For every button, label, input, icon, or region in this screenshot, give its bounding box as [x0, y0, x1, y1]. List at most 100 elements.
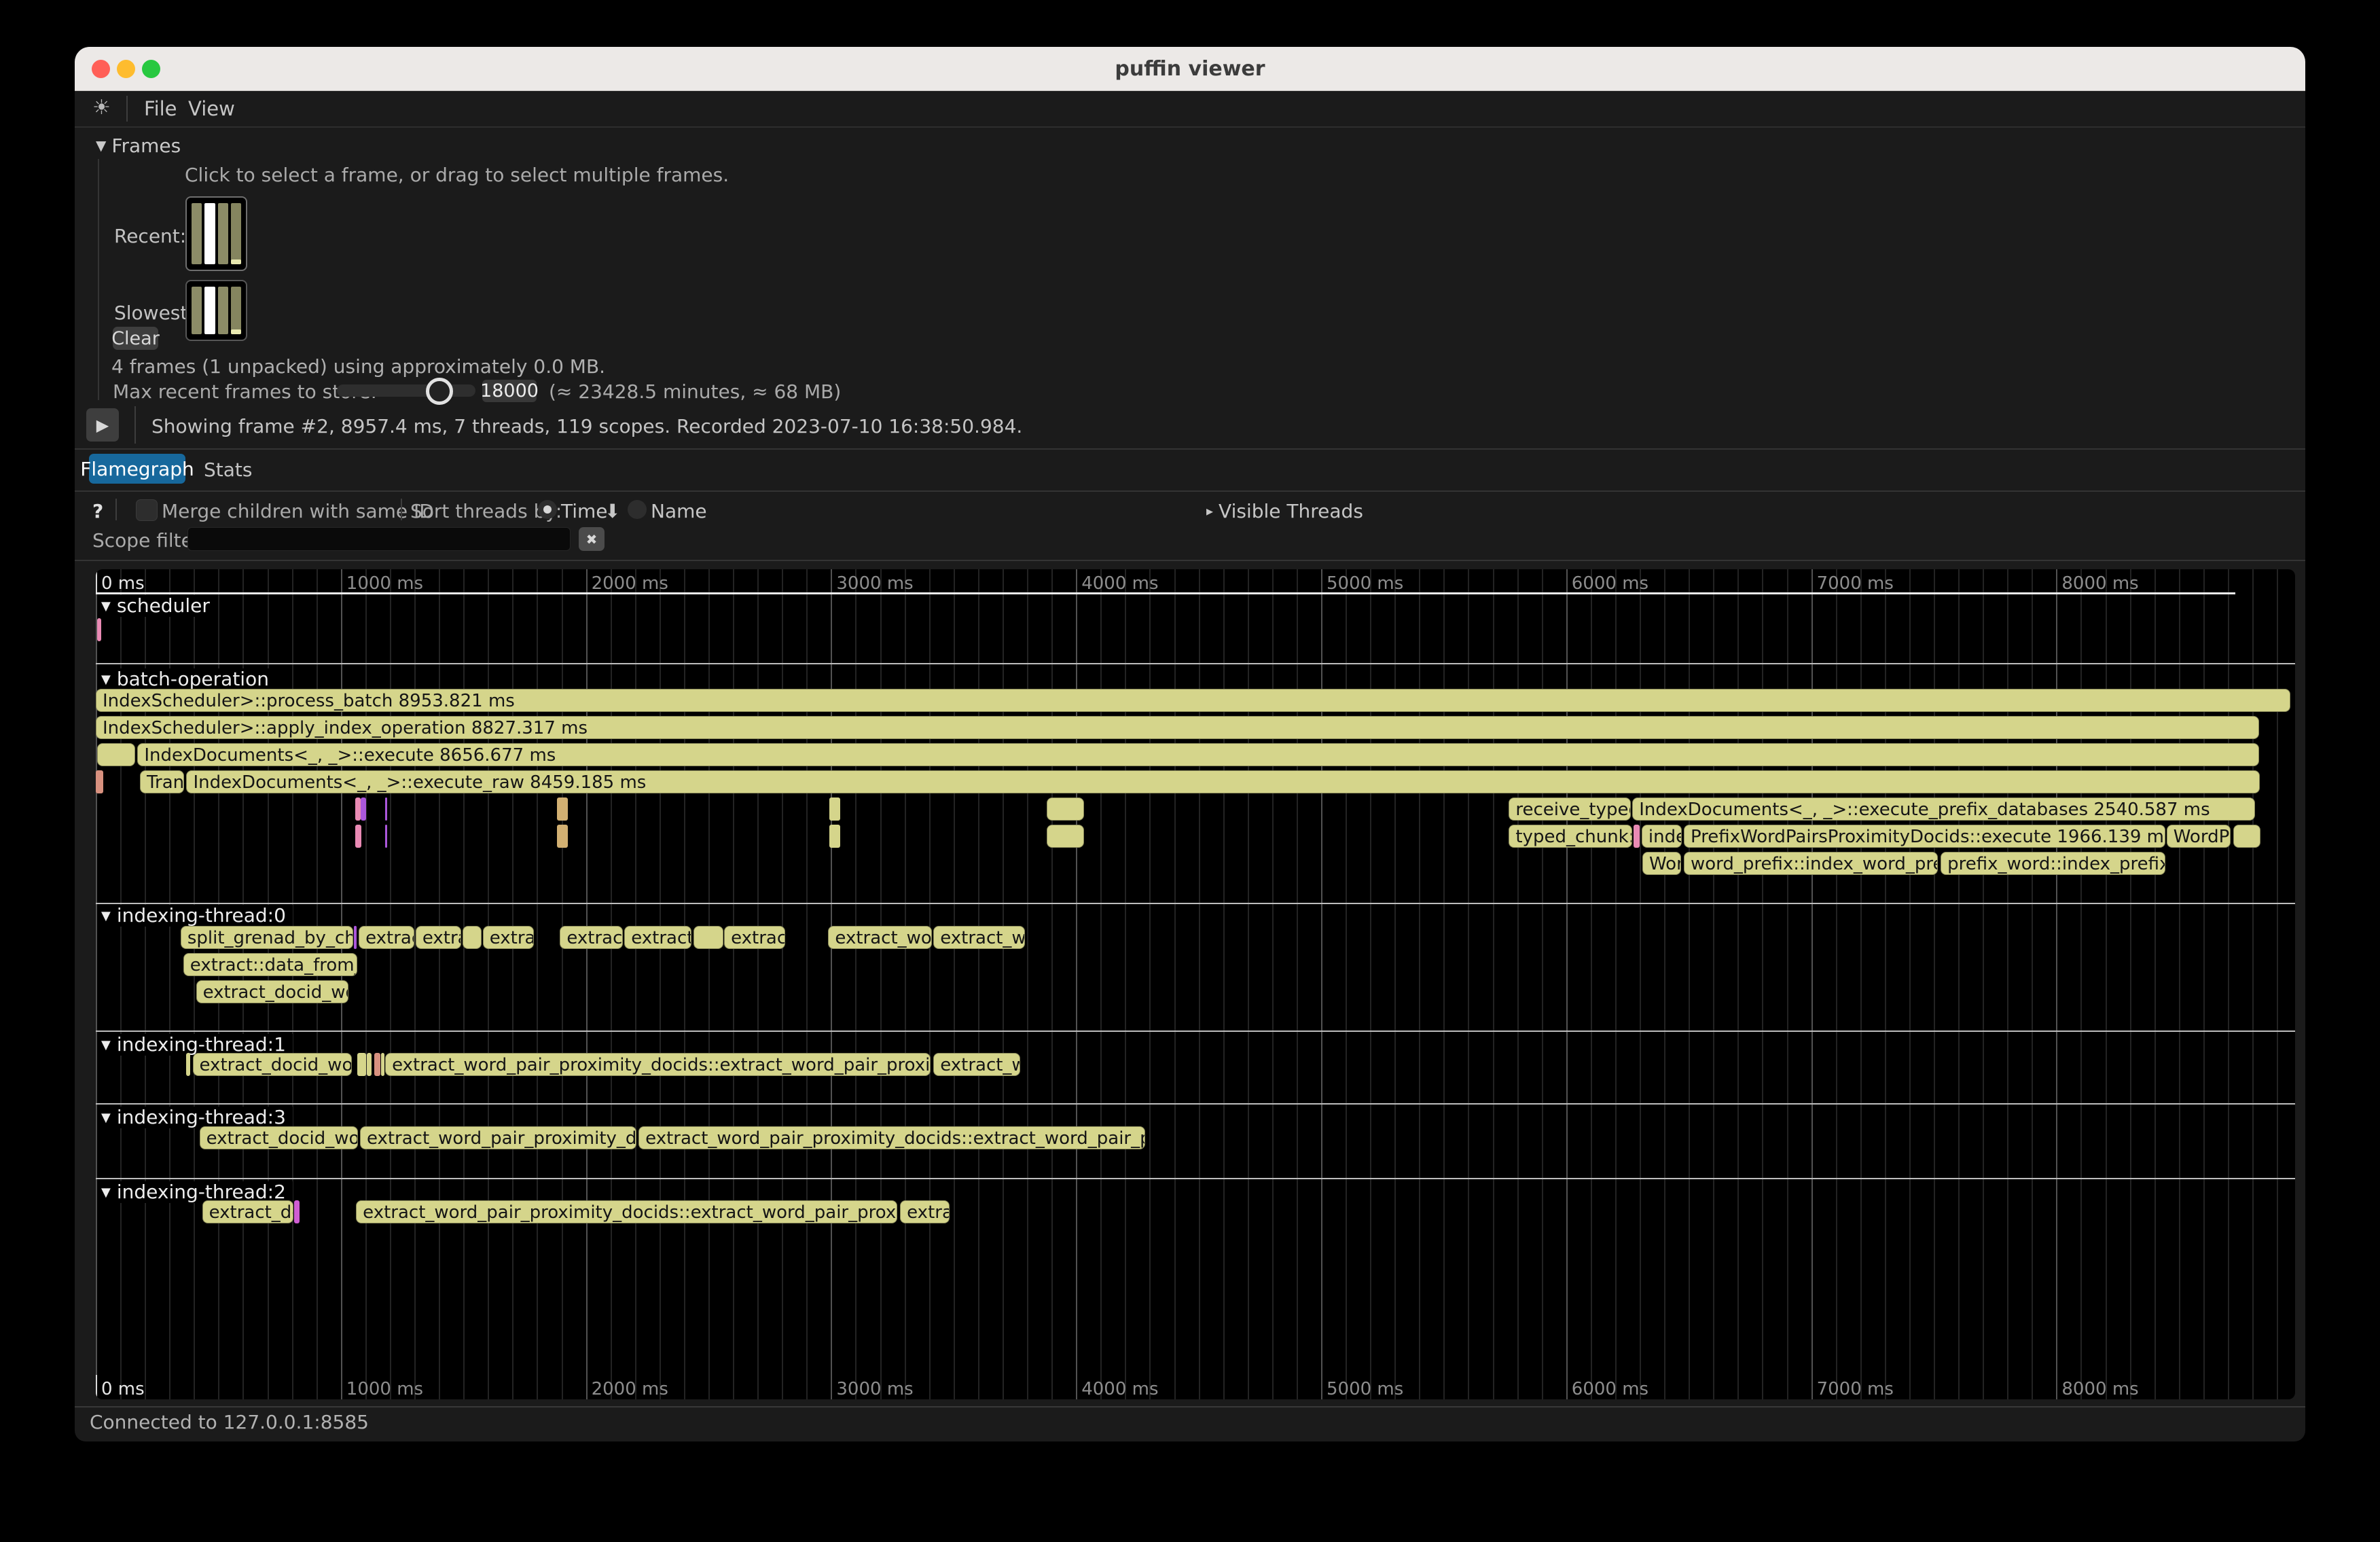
menu-view[interactable]: View: [188, 97, 235, 120]
scope-bar[interactable]: extract: [724, 926, 785, 949]
scope-bar[interactable]: [355, 797, 361, 821]
frame-thumbnail-bar[interactable]: [192, 287, 202, 334]
scope-bar[interactable]: [557, 797, 567, 821]
thread-header-batch-operation[interactable]: ▼batch-operation: [97, 668, 276, 690]
theme-sun-icon[interactable]: ☀: [92, 96, 111, 120]
scope-bar[interactable]: extract_: [560, 926, 623, 949]
scope-bar[interactable]: WordPr: [2167, 825, 2231, 848]
scope-bar[interactable]: [829, 797, 841, 821]
scope-bar[interactable]: extract::data_from_ob: [183, 953, 358, 976]
scope-bar[interactable]: [463, 926, 482, 949]
divider: [115, 499, 117, 520]
axis-zero-tick: [96, 1375, 97, 1398]
scope-bar[interactable]: [354, 926, 357, 949]
scope-bar[interactable]: IndexDocuments<_, _>::execute_prefix_dat…: [1632, 797, 2255, 821]
scope-bar[interactable]: extract_docid_word: [200, 1126, 358, 1149]
scope-bar[interactable]: extrac: [483, 926, 534, 949]
scope-bar[interactable]: split_grenad_by_chun: [181, 926, 353, 949]
scope-filter-input[interactable]: [187, 527, 571, 551]
frame-thumbnail-bar[interactable]: [192, 203, 202, 264]
scope-bar[interactable]: IndexScheduler>::process_batch 8953.821 …: [96, 689, 2290, 712]
scope-bar[interactable]: extract_word_pair_proximity_docids: [360, 1126, 636, 1149]
max-frames-slider[interactable]: [337, 384, 475, 397]
scope-bar[interactable]: [557, 825, 567, 848]
frames-collapsible-header[interactable]: ▼Frames: [96, 135, 181, 157]
title-bar[interactable]: puffin viewer: [75, 47, 2305, 91]
scope-bar[interactable]: [693, 926, 723, 949]
scope-bar[interactable]: receive_typed_: [1509, 797, 1631, 821]
sort-direction-arrow-icon[interactable]: ⬇: [605, 500, 620, 522]
scope-bar[interactable]: extract_word_pair_proximity_docids::extr…: [638, 1126, 1144, 1149]
scope-bar[interactable]: extract_word: [828, 926, 932, 949]
scope-bar[interactable]: IndexDocuments<_, _>::execute_raw 8459.1…: [186, 770, 2259, 793]
axis-tick-label: 1000 ms: [346, 1379, 423, 1399]
slowest-frames-thumbnail[interactable]: [185, 280, 247, 341]
clear-filter-button[interactable]: ✖: [579, 527, 605, 551]
scope-bar[interactable]: prefix_word::index_prefix_wo: [1941, 852, 2165, 875]
recent-frames-thumbnail[interactable]: [185, 196, 247, 271]
scope-bar[interactable]: extract_docid_word: [196, 980, 349, 1003]
thread-header-scheduler[interactable]: ▼scheduler: [97, 595, 217, 617]
scope-bar[interactable]: [294, 1200, 300, 1223]
scope-bar[interactable]: [829, 825, 841, 848]
scope-bar[interactable]: extrac: [900, 1200, 950, 1223]
scope-bar[interactable]: [355, 825, 361, 848]
scope-bar[interactable]: extract_docid_word: [193, 1053, 353, 1076]
scope-bar[interactable]: [97, 743, 135, 766]
scope-bar[interactable]: [385, 797, 387, 821]
menu-file[interactable]: File: [144, 97, 177, 120]
scope-bar[interactable]: [97, 618, 101, 641]
sort-time-radio[interactable]: [538, 500, 557, 519]
frame-extent-line: [96, 592, 2235, 594]
clear-button[interactable]: Clear: [113, 327, 158, 350]
tab-stats[interactable]: Stats: [204, 459, 252, 481]
flamegraph-canvas[interactable]: 0 ms1000 ms2000 ms3000 ms4000 ms5000 ms6…: [96, 569, 2295, 1399]
scope-bar[interactable]: [1634, 825, 1640, 848]
scope-bar[interactable]: word_prefix::index_word_prefix_: [1684, 852, 1938, 875]
frame-thumbnail-bar[interactable]: [204, 203, 215, 264]
window-title: puffin viewer: [75, 57, 2305, 81]
scope-bar[interactable]: [96, 770, 103, 793]
thread-header-indexing-thread:3[interactable]: ▼indexing-thread:3: [97, 1107, 293, 1128]
scope-bar[interactable]: [1047, 825, 1084, 848]
scope-bar[interactable]: extract_: [624, 926, 691, 949]
scope-bar[interactable]: IndexScheduler>::apply_index_operation 8…: [96, 716, 2259, 739]
scope-bar[interactable]: [186, 1053, 190, 1076]
scope-bar[interactable]: extract_word_pair_proximity_docids::extr…: [385, 1053, 931, 1076]
scope-bar[interactable]: extract_wo: [933, 1053, 1020, 1076]
sort-name-radio[interactable]: [628, 500, 647, 519]
scope-bar[interactable]: extract_wo: [933, 926, 1025, 949]
frame-thumbnail-bar[interactable]: [231, 287, 241, 334]
merge-children-checkbox[interactable]: [136, 499, 158, 521]
scope-bar[interactable]: [381, 1053, 384, 1076]
scope-bar[interactable]: typed_chunk::w: [1509, 825, 1632, 848]
scope-bar[interactable]: [367, 1053, 372, 1076]
scope-bar[interactable]: PrefixWordPairsProximityDocids::execute …: [1684, 825, 2165, 848]
scope-bar[interactable]: [357, 1053, 366, 1076]
scope-bar[interactable]: Word: [1642, 852, 1681, 875]
tab-flamegraph[interactable]: Flamegraph: [89, 454, 185, 484]
scope-bar[interactable]: Trans: [140, 770, 184, 793]
scope-bar[interactable]: extra: [416, 926, 461, 949]
scope-bar[interactable]: extract_word_pair_proximity_docids::extr…: [356, 1200, 897, 1223]
scope-bar[interactable]: extract_doc: [202, 1200, 294, 1223]
help-button[interactable]: ?: [92, 500, 103, 522]
scope-bar[interactable]: IndexDocuments<_, _>::execute 8656.677 m…: [137, 743, 2258, 766]
scope-bar[interactable]: [385, 825, 387, 848]
frame-thumbnail-bar[interactable]: [218, 203, 228, 264]
frame-thumbnail-bar[interactable]: [204, 287, 215, 334]
visible-threads-header[interactable]: ▸Visible Threads: [1206, 500, 1363, 522]
frame-thumbnail-bar[interactable]: [218, 287, 228, 334]
max-frames-value[interactable]: 18000: [482, 380, 537, 402]
scope-bar[interactable]: index: [1642, 825, 1682, 848]
play-button[interactable]: ▶: [86, 408, 119, 442]
scope-bar[interactable]: [361, 797, 367, 821]
scope-bar[interactable]: [2233, 825, 2260, 848]
frame-thumbnail-bar[interactable]: [231, 203, 241, 264]
scope-bar[interactable]: [374, 1053, 380, 1076]
scope-bar[interactable]: [1047, 797, 1084, 821]
axis-tick-label: 6000 ms: [1572, 573, 1648, 594]
slider-knob[interactable]: [426, 378, 453, 405]
scope-bar[interactable]: extract: [359, 926, 414, 949]
thread-header-indexing-thread:0[interactable]: ▼indexing-thread:0: [97, 905, 293, 927]
